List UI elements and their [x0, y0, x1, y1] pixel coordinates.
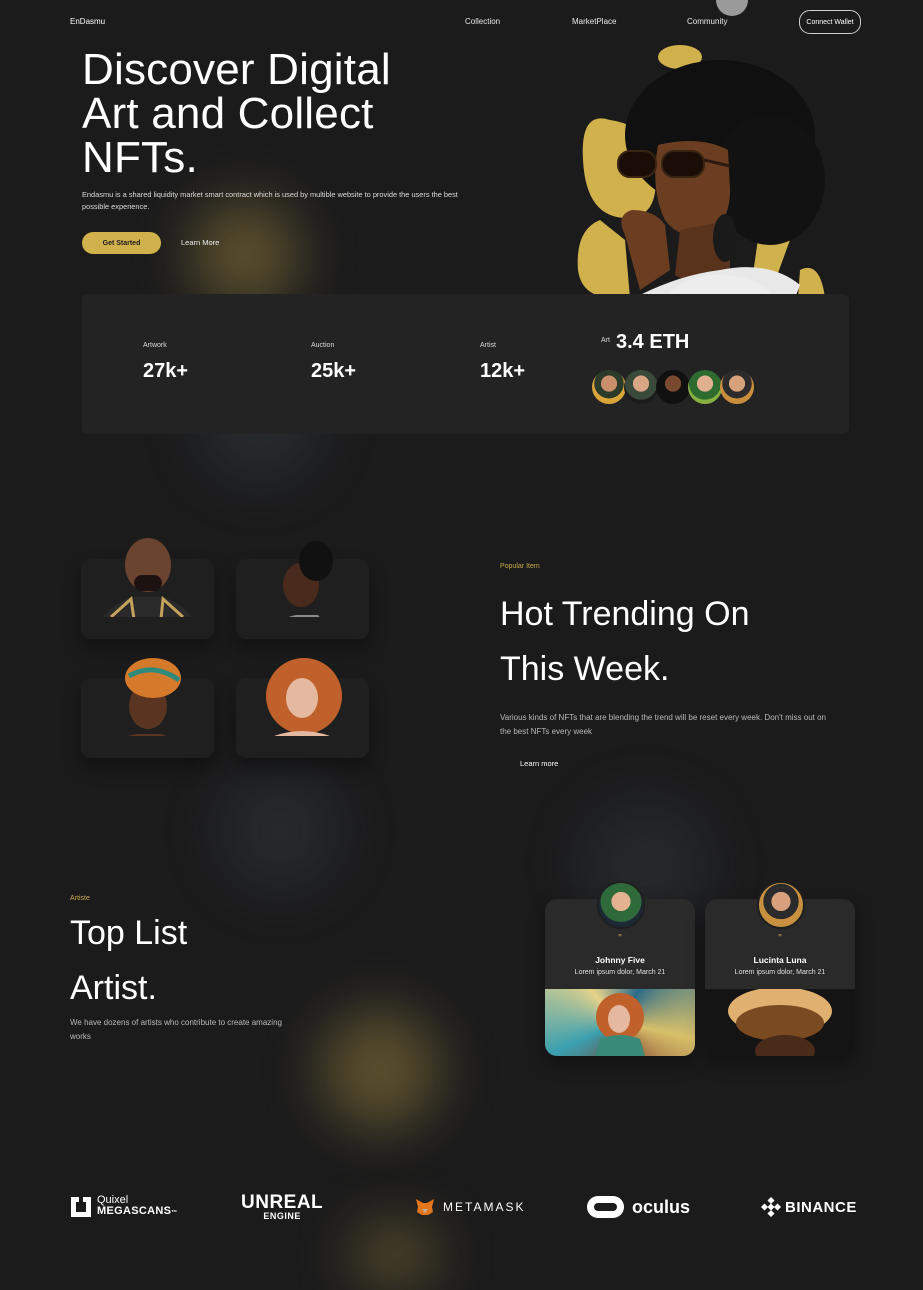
- artist-card[interactable]: " Lucinta Luna Lorem ipsum dolor, March …: [705, 881, 855, 1056]
- hero-blob: [577, 220, 630, 299]
- unreal-label-bottom: ENGINE: [263, 1210, 301, 1221]
- background-glow: [350, 1220, 440, 1290]
- nav-community[interactable]: Community: [687, 17, 727, 26]
- trending-item[interactable]: [236, 658, 369, 758]
- artist-artwork: [545, 989, 695, 1056]
- hero-description: Endasmu is a shared liquidity market sma…: [82, 190, 458, 211]
- avatar[interactable]: [720, 370, 754, 404]
- artist-subtitle: Lorem ipsum dolor, March 21: [734, 969, 826, 976]
- quixel-icon-notch: [79, 1197, 83, 1205]
- figure-head: [286, 678, 318, 718]
- binance-icon: [761, 1197, 781, 1217]
- avatar[interactable]: [592, 370, 626, 404]
- learn-more-link[interactable]: Learn More: [181, 238, 219, 247]
- stat-artwork-value: 27k+: [143, 360, 189, 382]
- partner-oculus[interactable]: oculus: [587, 1192, 690, 1222]
- unreal-label-top: UNREAL: [241, 1191, 324, 1213]
- hero-title-line: NFTs.: [82, 133, 198, 182]
- stat-artist-label: Artist: [480, 342, 496, 349]
- figure-hair: [299, 541, 333, 581]
- sunglasses-left: [617, 150, 657, 178]
- oculus-label: oculus: [632, 1196, 691, 1217]
- trending-artwork: [103, 538, 192, 617]
- hand: [621, 210, 670, 290]
- trending-artwork: [283, 541, 333, 617]
- nav-marketplace[interactable]: MarketPlace: [572, 17, 616, 26]
- artist-name: Johnny Five: [595, 955, 645, 965]
- artist-subtitle: Lorem ipsum dolor, March 21: [574, 969, 666, 976]
- earring: [713, 214, 737, 262]
- partner-unreal-engine[interactable]: UNREAL ENGINE: [241, 1192, 323, 1222]
- site-logo[interactable]: EnDasmu: [70, 17, 105, 26]
- artist-artwork: [705, 989, 855, 1056]
- binance-label: BINANCE: [785, 1198, 857, 1216]
- artwork-figure: [728, 989, 832, 1056]
- metamask-label: METAMASK: [443, 1200, 526, 1214]
- figure-body: [274, 731, 330, 736]
- artists-title: Top List Artist.: [70, 906, 187, 1016]
- nav-collection[interactable]: Collection: [465, 17, 500, 26]
- trending-artwork: [266, 658, 342, 736]
- oculus-icon-inner: [594, 1203, 617, 1211]
- figure-shoulders: [127, 734, 167, 736]
- trending-artwork: [125, 658, 181, 736]
- connect-wallet-button[interactable]: Connect Wallet: [799, 10, 861, 34]
- trending-item[interactable]: [81, 538, 214, 639]
- hero-title-line: Discover Digital: [82, 45, 391, 94]
- figure-shoulders: [288, 615, 320, 617]
- stat-artist-value: 12k+: [480, 360, 526, 382]
- artists-title-line: Artist.: [70, 969, 157, 1007]
- binance-diamonds: [761, 1197, 781, 1217]
- quixel-icon: [71, 1197, 91, 1217]
- stat-art-value: 3.4 ETH: [616, 331, 690, 353]
- trending-learn-more-link[interactable]: Learn more: [520, 759, 558, 768]
- artists-tag: Artiste: [70, 895, 90, 902]
- figure-beard: [134, 575, 162, 591]
- hero-title: Discover Digital Art and Collect NFTs.: [82, 48, 502, 180]
- artist-card[interactable]: " Johnny Five Lorem ipsum dolor, March 2…: [545, 881, 695, 1056]
- oculus-icon: [587, 1196, 624, 1218]
- background-glow: [220, 770, 340, 890]
- figure-shoulders: [103, 597, 192, 617]
- stat-artwork-label: Artwork: [143, 342, 167, 349]
- nav-decorative-circle: [716, 0, 748, 16]
- stat-auction-label: Auction: [311, 342, 335, 349]
- partner-metamask[interactable]: METAMASK: [415, 1192, 525, 1222]
- get-started-button[interactable]: Get Started: [82, 232, 161, 254]
- stats-card: Artwork 27k+ Auction 25k+ Artist 12k+ Ar…: [82, 294, 849, 434]
- sunglasses-right: [661, 150, 705, 178]
- stat-auction-value: 25k+: [311, 360, 357, 382]
- figure-head: [608, 1005, 630, 1033]
- quote-icon: ": [778, 933, 782, 944]
- quote-icon: ": [618, 933, 622, 944]
- trending-tag: Popular Item: [500, 563, 540, 570]
- trending-title-line: Hot Trending On: [500, 595, 750, 633]
- artist-avatar: [757, 881, 805, 929]
- stat-art-label: Art: [601, 337, 610, 344]
- artists-description: We have dozens of artists who contribute…: [70, 1018, 282, 1041]
- trending-title: Hot Trending On This Week.: [500, 587, 749, 697]
- trending-item[interactable]: [236, 541, 369, 639]
- trending-description: Various kinds of NFTs that are blending …: [500, 713, 826, 736]
- metamask-fox-icon: [416, 1199, 434, 1215]
- connect-wallet-label: Connect Wallet: [806, 18, 854, 26]
- figure-body: [595, 1035, 645, 1056]
- partner-quixel-megascans[interactable]: Quixel MEGASCANS™: [71, 1192, 178, 1222]
- background-glow: [320, 1010, 440, 1130]
- get-started-label: Get Started: [102, 239, 141, 247]
- hero-title-line: Art and Collect: [82, 89, 374, 138]
- avatar[interactable]: [656, 370, 690, 404]
- artist-avatar: [597, 881, 645, 929]
- trending-title-line: This Week.: [500, 650, 670, 688]
- quixel-label-bottom: MEGASCANS: [97, 1205, 172, 1217]
- partner-binance[interactable]: BINANCE: [761, 1192, 857, 1222]
- artists-title-line: Top List: [70, 914, 188, 952]
- artist-name: Lucinta Luna: [753, 955, 807, 965]
- avatar[interactable]: [624, 370, 658, 404]
- quixel-trademark: ™: [171, 1210, 178, 1216]
- avatar[interactable]: [688, 370, 722, 404]
- trending-item[interactable]: [81, 658, 214, 758]
- artwork-figure: [595, 993, 645, 1056]
